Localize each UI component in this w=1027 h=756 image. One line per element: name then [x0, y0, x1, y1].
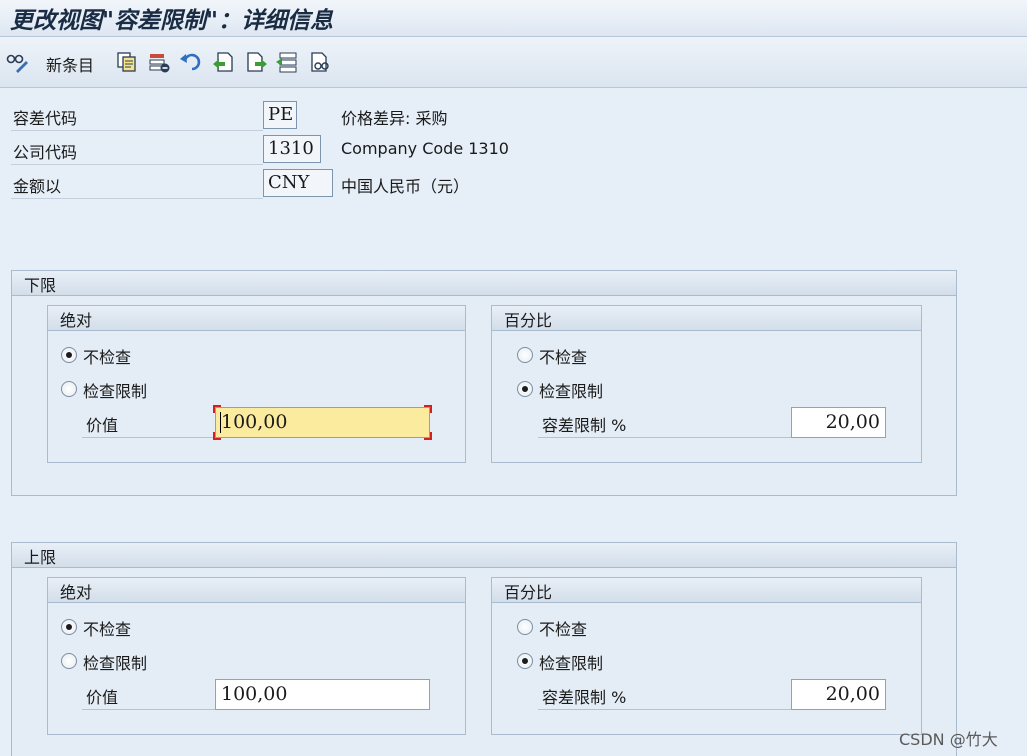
tolerance-key-field[interactable]: PE	[263, 101, 297, 129]
select-all-icon[interactable]	[276, 51, 298, 73]
upper-percentage-limit-label: 容差限制 %	[542, 688, 627, 707]
glasses-pen-icon[interactable]	[6, 51, 28, 73]
upper-percentage-no-check-radio[interactable]	[517, 619, 533, 635]
new-entries-button[interactable]: 新条目	[46, 52, 94, 76]
focus-corner-bl	[213, 432, 221, 440]
lower-absolute-check-limit-radio[interactable]	[61, 381, 77, 397]
company-code-field[interactable]: 1310	[263, 135, 321, 163]
lower-limit-header: 下限	[12, 271, 956, 296]
company-code-label: 公司代码	[13, 143, 78, 162]
upper-absolute-title: 绝对	[60, 583, 93, 602]
lower-absolute-title: 绝对	[60, 311, 93, 330]
upper-limit-title: 上限	[24, 548, 57, 567]
upper-percentage-check-limit-label: 检查限制	[539, 654, 604, 673]
amount-currency-label: 金额以	[13, 177, 62, 196]
lower-absolute-value-underline	[82, 437, 216, 438]
company-code-underline	[11, 164, 263, 165]
lower-absolute-value-label: 价值	[86, 416, 119, 435]
upper-absolute-check-limit-label: 检查限制	[83, 654, 148, 673]
focus-corner-tl	[213, 405, 221, 413]
upper-absolute-value-label: 价值	[86, 688, 119, 707]
lower-absolute-no-check-radio[interactable]	[61, 347, 77, 363]
amount-currency-description: 中国人民币（元）	[341, 177, 470, 196]
lower-percentage-limit-underline	[538, 437, 792, 438]
title-bar: 更改视图"容差限制"：详细信息	[0, 0, 1027, 37]
lower-absolute-box: 绝对 不检查 检查限制 价值 100,00	[47, 305, 466, 463]
company-code-description: Company Code 1310	[341, 139, 509, 158]
upper-absolute-check-limit-radio[interactable]	[61, 653, 77, 669]
upper-percentage-header: 百分比	[492, 578, 921, 603]
lower-percentage-limit-input[interactable]: 20,00	[791, 407, 886, 438]
upper-percentage-limit-input[interactable]: 20,00	[791, 679, 886, 710]
upper-absolute-header: 绝对	[48, 578, 465, 603]
amount-currency-underline	[11, 198, 263, 199]
lower-percentage-check-limit-radio[interactable]	[517, 381, 533, 397]
text-caret	[220, 412, 221, 433]
upper-percentage-check-limit-radio[interactable]	[517, 653, 533, 669]
lower-absolute-value-input[interactable]: 100,00	[213, 405, 432, 440]
upper-percentage-title: 百分比	[504, 583, 553, 602]
lower-percentage-header: 百分比	[492, 306, 921, 331]
upper-absolute-value-underline	[82, 709, 216, 710]
focus-corner-tr	[424, 405, 432, 413]
delete-icon[interactable]	[148, 51, 170, 73]
previous-entry-icon[interactable]	[212, 51, 234, 73]
undo-icon[interactable]	[180, 51, 202, 73]
lower-absolute-value-text: 100,00	[221, 411, 288, 433]
next-entry-icon[interactable]	[246, 51, 268, 73]
copy-icon[interactable]	[116, 51, 138, 73]
other-entry-icon[interactable]	[309, 51, 331, 73]
lower-percentage-box: 百分比 不检查 检查限制 容差限制 % 20,00	[491, 305, 922, 463]
amount-currency-field[interactable]: CNY	[263, 169, 333, 197]
upper-limit-header: 上限	[12, 543, 956, 568]
tolerance-key-label: 容差代码	[13, 109, 78, 128]
lower-absolute-check-limit-label: 检查限制	[83, 382, 148, 401]
lower-percentage-no-check-radio[interactable]	[517, 347, 533, 363]
upper-limit-group: 上限 绝对 不检查 检查限制 价值 100,00 百分比 不检查 检查限制 容差…	[11, 542, 957, 756]
tolerance-key-description: 价格差异: 采购	[341, 109, 448, 128]
tolerance-key-underline	[11, 130, 263, 131]
focus-corner-br	[424, 432, 432, 440]
lower-absolute-header: 绝对	[48, 306, 465, 331]
lower-percentage-title: 百分比	[504, 311, 553, 330]
lower-absolute-no-check-label: 不检查	[83, 348, 132, 367]
lower-limit-group: 下限 绝对 不检查 检查限制 价值 100,00 百分比 不检查 检查限制 容差…	[11, 270, 957, 496]
upper-percentage-no-check-label: 不检查	[539, 620, 588, 639]
upper-percentage-box: 百分比 不检查 检查限制 容差限制 % 20,00	[491, 577, 922, 735]
watermark: CSDN @竹大	[899, 730, 998, 749]
lower-percentage-check-limit-label: 检查限制	[539, 382, 604, 401]
upper-absolute-no-check-label: 不检查	[83, 620, 132, 639]
lower-percentage-no-check-label: 不检查	[539, 348, 588, 367]
upper-percentage-limit-underline	[538, 709, 792, 710]
lower-limit-title: 下限	[24, 276, 57, 295]
upper-absolute-value-input[interactable]: 100,00	[215, 679, 430, 710]
lower-percentage-limit-label: 容差限制 %	[542, 416, 627, 435]
window-title: 更改视图"容差限制"：详细信息	[10, 7, 333, 34]
upper-absolute-no-check-radio[interactable]	[61, 619, 77, 635]
toolbar: 新条目	[0, 37, 1027, 88]
upper-absolute-box: 绝对 不检查 检查限制 价值 100,00	[47, 577, 466, 735]
